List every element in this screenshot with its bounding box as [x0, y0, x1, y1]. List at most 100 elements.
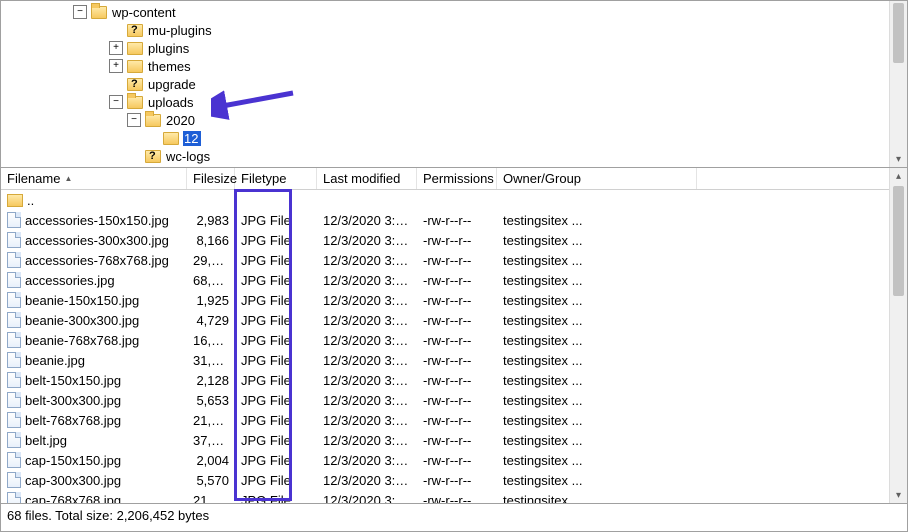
file-list[interactable]: .. accessories-150x150.jpg 2,983 JPG File 12… [1, 190, 889, 503]
file-owner: testingsitex ... [503, 273, 582, 288]
file-icon [7, 232, 21, 248]
file-modified: 12/3/2020 3:55:... [323, 353, 417, 368]
list-scrollbar[interactable]: ▴ ▾ [889, 168, 907, 503]
file-modified: 12/3/2020 3:55:... [323, 293, 417, 308]
column-header-owner[interactable]: Owner/Group [497, 168, 697, 189]
file-owner: testingsitex ... [503, 413, 582, 428]
file-row[interactable]: cap-768x768.jpg21,299JPG File12/3/2020 3… [1, 490, 889, 503]
file-row[interactable]: accessories-300x300.jpg8,166JPG File12/3… [1, 230, 889, 250]
folder-icon [163, 132, 179, 145]
file-name: accessories-150x150.jpg [25, 213, 169, 228]
collapse-icon[interactable]: − [109, 95, 123, 109]
file-name: beanie-150x150.jpg [25, 293, 139, 308]
file-permissions: -rw-r--r-- [423, 373, 471, 388]
folder-icon [127, 24, 143, 37]
tree-item[interactable]: +themes [1, 57, 889, 75]
file-icon [7, 432, 21, 448]
scrollbar-thumb[interactable] [893, 3, 904, 63]
file-permissions: -rw-r--r-- [423, 273, 471, 288]
folder-tree[interactable]: − wp-contentmu-plugins+plugins+themesupgr… [1, 1, 889, 167]
file-row[interactable]: belt-768x768.jpg21,502JPG File12/3/2020 … [1, 410, 889, 430]
file-row[interactable]: beanie.jpg31,568JPG File12/3/2020 3:55:.… [1, 350, 889, 370]
file-row[interactable]: belt-300x300.jpg5,653JPG File12/3/2020 3… [1, 390, 889, 410]
file-modified: 12/3/2020 3:55:... [323, 253, 417, 268]
file-name: accessories-768x768.jpg [25, 253, 169, 268]
file-name: cap-150x150.jpg [25, 453, 121, 468]
file-icon [7, 412, 21, 428]
file-row[interactable]: beanie-300x300.jpg4,729JPG File12/3/2020… [1, 310, 889, 330]
scrollbar-thumb[interactable] [893, 186, 904, 296]
file-size: 5,653 [196, 393, 229, 408]
file-type: JPG File [241, 413, 291, 428]
file-type: JPG File [241, 353, 291, 368]
file-icon [7, 312, 21, 328]
file-row[interactable]: belt.jpg37,339JPG File12/3/2020 3:55:...… [1, 430, 889, 450]
expand-icon[interactable]: + [109, 41, 123, 55]
tree-item[interactable]: −2020 [1, 111, 889, 129]
column-label: Filename [7, 171, 60, 186]
column-header-row: Filename ▲ Filesize Filetype Last modifi… [1, 168, 889, 190]
column-header-filetype[interactable]: Filetype [235, 168, 317, 189]
tree-item[interactable]: mu-plugins [1, 21, 889, 39]
file-size: 68,368 [193, 273, 233, 288]
tree-item[interactable]: −uploads [1, 93, 889, 111]
file-size: 4,729 [196, 313, 229, 328]
tree-spacer [109, 23, 123, 37]
file-modified: 12/3/2020 3:55:... [323, 413, 417, 428]
file-modified: 12/3/2020 3:55:... [323, 493, 417, 504]
file-size: 5,570 [196, 473, 229, 488]
file-size: 21,502 [193, 413, 233, 428]
file-permissions: -rw-r--r-- [423, 253, 471, 268]
parent-dir-row[interactable]: .. [1, 190, 889, 210]
file-modified: 12/3/2020 3:55:... [323, 313, 417, 328]
folder-icon [145, 114, 161, 127]
file-size: 2,983 [196, 213, 229, 228]
file-modified: 12/3/2020 3:55:... [323, 373, 417, 388]
expand-icon[interactable]: + [109, 59, 123, 73]
tree-item[interactable]: 12 [1, 129, 889, 147]
file-permissions: -rw-r--r-- [423, 433, 471, 448]
scrollbar-down-button[interactable]: ▾ [890, 151, 907, 167]
file-size: 1,925 [196, 293, 229, 308]
file-owner: testingsitex ... [503, 333, 582, 348]
file-row[interactable]: accessories.jpg68,368JPG File12/3/2020 3… [1, 270, 889, 290]
tree-item-label: wp-content [111, 5, 179, 20]
file-size: 31,568 [193, 353, 233, 368]
scrollbar-down-button[interactable]: ▾ [890, 487, 907, 503]
file-row[interactable]: belt-150x150.jpg2,128JPG File12/3/2020 3… [1, 370, 889, 390]
tree-scrollbar[interactable]: ▾ [889, 1, 907, 167]
tree-item[interactable]: wc-logs [1, 147, 889, 165]
file-modified: 12/3/2020 3:55:... [323, 273, 417, 288]
column-header-filename[interactable]: Filename ▲ [1, 168, 187, 189]
file-row[interactable]: accessories-768x768.jpg29,809JPG File12/… [1, 250, 889, 270]
remote-tree-pane: − wp-contentmu-plugins+plugins+themesupgr… [0, 0, 908, 168]
column-header-filesize[interactable]: Filesize [187, 168, 235, 189]
tree-item[interactable]: upgrade [1, 75, 889, 93]
folder-icon [127, 60, 143, 73]
file-row[interactable]: cap-150x150.jpg2,004JPG File12/3/2020 3:… [1, 450, 889, 470]
file-row[interactable]: beanie-150x150.jpg1,925JPG File12/3/2020… [1, 290, 889, 310]
file-type: JPG File [241, 233, 291, 248]
file-modified: 12/3/2020 3:55:... [323, 333, 417, 348]
file-row[interactable]: accessories-150x150.jpg2,983JPG File12/3… [1, 210, 889, 230]
file-icon [7, 352, 21, 368]
column-header-lastmod[interactable]: Last modified [317, 168, 417, 189]
file-name: accessories-300x300.jpg [25, 233, 169, 248]
collapse-icon[interactable]: − [127, 113, 141, 127]
tree-spacer [109, 77, 123, 91]
file-name: accessories.jpg [25, 273, 115, 288]
file-modified: 12/3/2020 3:55:... [323, 213, 417, 228]
file-row[interactable]: cap-300x300.jpg5,570JPG File12/3/2020 3:… [1, 470, 889, 490]
file-owner: testingsitex ... [503, 313, 582, 328]
file-type: JPG File [241, 453, 291, 468]
file-row[interactable]: beanie-768x768.jpg16,885JPG File12/3/202… [1, 330, 889, 350]
file-icon [7, 452, 21, 468]
file-permissions: -rw-r--r-- [423, 213, 471, 228]
tree-item[interactable]: − wp-content [1, 3, 889, 21]
file-modified: 12/3/2020 3:55:... [323, 473, 417, 488]
tree-item[interactable]: +plugins [1, 39, 889, 57]
collapse-icon[interactable]: − [73, 5, 87, 19]
scrollbar-up-button[interactable]: ▴ [890, 168, 907, 184]
sort-ascending-icon: ▲ [64, 174, 72, 183]
column-header-permissions[interactable]: Permissions [417, 168, 497, 189]
